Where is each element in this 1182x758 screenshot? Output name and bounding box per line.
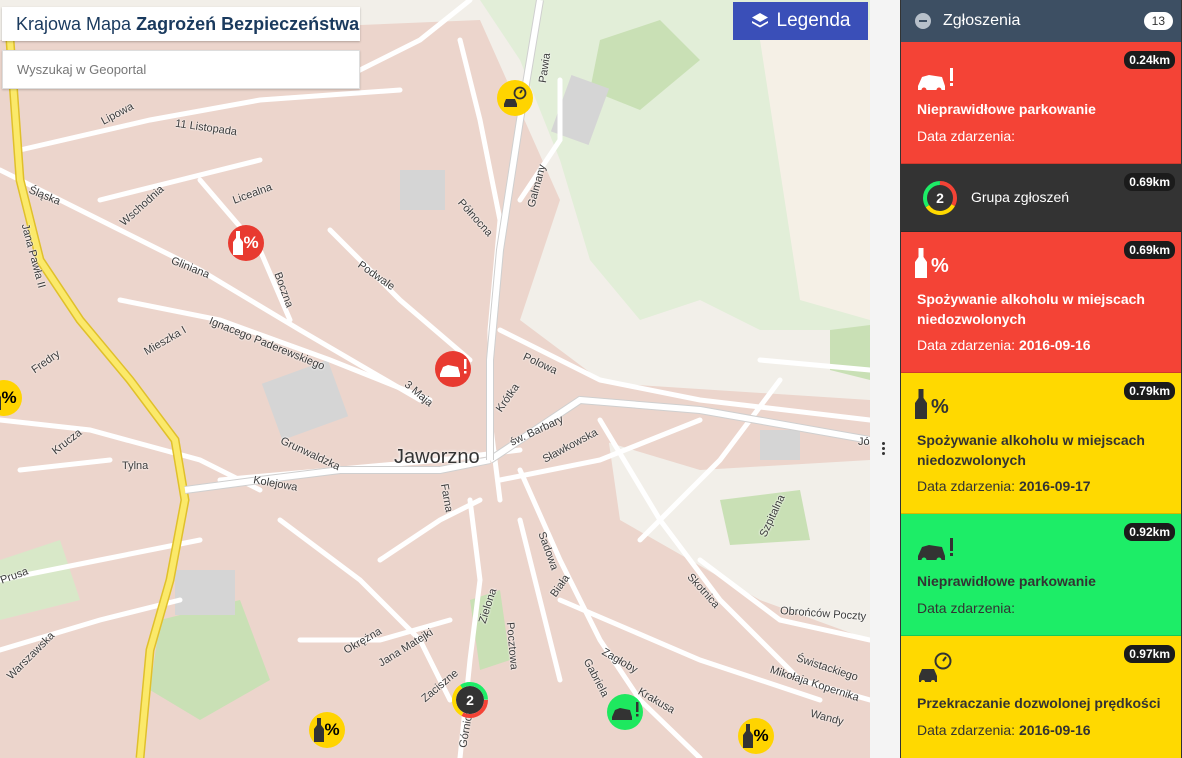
percent-label: % (753, 726, 769, 745)
report-title: Grupa zgłoszeń (971, 189, 1070, 205)
distance-badge: 0.92km (1124, 523, 1175, 541)
marker-parking[interactable] (435, 351, 471, 387)
report-title: Spożywanie alkoholu w miejscach niedozwo… (917, 432, 1145, 468)
collapse-icon[interactable] (915, 13, 931, 29)
marker-parking[interactable] (607, 694, 643, 730)
panel-title: Zgłoszenia (943, 12, 1021, 29)
panel-header[interactable]: Zgłoszenia 13 (901, 0, 1181, 42)
speeding-icon (919, 652, 952, 684)
report-card[interactable]: 0.97km Przekraczanie dozwolonej prędkośc… (901, 636, 1181, 758)
city-label: Jaworzno (394, 446, 480, 468)
layers-icon (751, 13, 768, 28)
report-title: Przekraczanie dozwolonej prędkości (917, 695, 1161, 711)
report-date: Data zdarzenia: (917, 128, 1016, 144)
alcohol-icon (314, 718, 325, 742)
marker-speeding[interactable] (497, 80, 533, 116)
report-title: Spożywanie alkoholu w miejscach niedozwo… (917, 291, 1145, 327)
marker-alcohol[interactable]: % (228, 225, 264, 261)
alcohol-icon (233, 231, 244, 255)
parking-car-icon (612, 702, 639, 720)
report-date: Data zdarzenia: 2016-09-16 (917, 337, 1091, 353)
marker-group[interactable]: 2 (452, 682, 488, 718)
report-card[interactable]: 0.69km % Spożywanie alkoholu w miejscach… (901, 232, 1181, 373)
distance-badge: 0.97km (1124, 645, 1175, 663)
speeding-icon (504, 86, 527, 107)
report-group-card[interactable]: 0.69km 2 Grupa zgłoszeń (901, 164, 1181, 232)
distance-badge: 0.79km (1124, 382, 1175, 400)
report-date: Data zdarzenia: 2016-09-16 (917, 722, 1091, 738)
group-icon: 2 (923, 181, 957, 215)
report-card[interactable]: 0.92km Nieprawidłowe parkowanie Data zda… (901, 514, 1181, 636)
title-part1: Krajowa Mapa (16, 13, 132, 34)
search-input[interactable] (3, 51, 359, 88)
parking-car-icon (440, 359, 467, 377)
percent-label: % (931, 396, 949, 418)
report-date: Data zdarzenia: 2016-09-17 (917, 478, 1091, 494)
distance-badge: 0.69km (1124, 241, 1175, 259)
parking-car-icon (918, 538, 953, 562)
reports-count-badge: 13 (1143, 12, 1173, 30)
legend-label: Legenda (776, 10, 851, 31)
marker-alcohol[interactable]: % (309, 712, 345, 748)
percent-label: % (243, 233, 259, 252)
marker-alcohol[interactable]: % (738, 718, 774, 754)
legend-button[interactable]: Legenda (733, 2, 868, 40)
search-box (2, 50, 360, 89)
drag-handle-icon[interactable] (882, 440, 886, 457)
reports-panel: Zgłoszenia 13 0.24km Nieprawidłowe parko… (900, 0, 1182, 758)
title-part2: Zagrożeń (136, 13, 217, 34)
distance-badge: 0.69km (1124, 173, 1175, 191)
report-title: Nieprawidłowe parkowanie (917, 573, 1096, 589)
alcohol-icon: % (915, 248, 949, 278)
map-base-layer (0, 0, 870, 758)
splitter[interactable] (870, 0, 900, 758)
distance-badge: 0.24km (1124, 51, 1175, 69)
map-canvas[interactable]: Pawia Lipowa 11 Listopada Śląska Wschodn… (0, 0, 870, 758)
group-count: 2 (936, 190, 944, 206)
percent-label: % (1, 388, 17, 407)
group-count: 2 (466, 692, 474, 708)
percent-label: % (324, 720, 340, 739)
percent-label: % (931, 255, 949, 277)
report-title: Nieprawidłowe parkowanie (917, 101, 1096, 117)
title-part3: Bezpieczeństwa (221, 13, 360, 34)
report-date: Data zdarzenia: (917, 600, 1016, 616)
alcohol-icon: % (915, 389, 949, 419)
alcohol-icon (743, 724, 754, 748)
report-card[interactable]: 0.79km % Spożywanie alkoholu w miejscach… (901, 373, 1181, 514)
parking-car-icon (918, 68, 953, 92)
app-title: Krajowa Mapa Zagrożeń Bezpieczeństwa (2, 7, 360, 41)
report-card[interactable]: 0.24km Nieprawidłowe parkowanie Data zda… (901, 42, 1181, 164)
